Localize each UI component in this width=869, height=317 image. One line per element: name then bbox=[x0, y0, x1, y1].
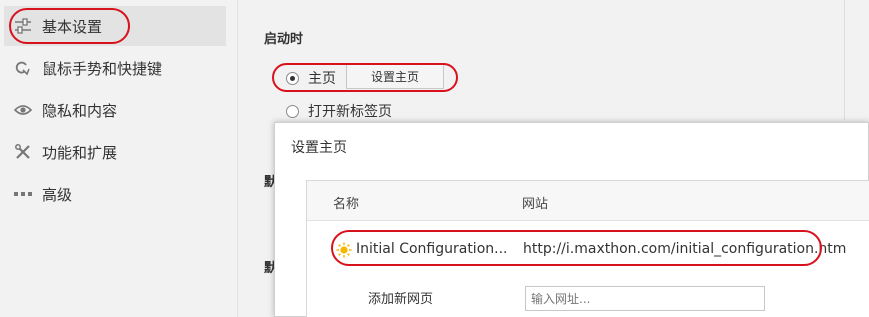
set-home-button[interactable]: 设置主页 bbox=[346, 64, 444, 89]
sidebar-item-label: 隐私和内容 bbox=[42, 101, 118, 120]
startup-option-home[interactable]: 主页 bbox=[286, 68, 336, 88]
homepage-table: 名称 网站 Initial Configuration... http://i.… bbox=[306, 180, 869, 317]
sidebar-item-label: 鼠标手势和快捷键 bbox=[42, 59, 163, 78]
sidebar-item-advanced[interactable]: 高级 bbox=[4, 174, 226, 214]
radio-home-label: 主页 bbox=[308, 71, 336, 87]
sidebar-item-features[interactable]: 功能和扩展 bbox=[4, 132, 226, 172]
set-home-dialog: 设置主页 名称 网站 Initial Configuration... http… bbox=[274, 122, 869, 317]
more-icon bbox=[12, 184, 34, 204]
radio-new-tab-label: 打开新标签页 bbox=[308, 104, 392, 120]
url-input[interactable] bbox=[525, 286, 765, 311]
radio-new-tab[interactable] bbox=[286, 104, 299, 118]
dialog-title: 设置主页 bbox=[291, 140, 347, 156]
row-site-name: Initial Configuration... bbox=[356, 241, 508, 257]
scrollbar[interactable] bbox=[844, 0, 869, 120]
sidebar-item-basic-settings[interactable]: 基本设置 bbox=[4, 6, 226, 46]
sidebar-item-label: 基本设置 bbox=[42, 17, 103, 36]
add-page-label: 添加新网页 bbox=[368, 292, 434, 307]
sidebar-item-label: 高级 bbox=[42, 185, 73, 204]
sliders-icon bbox=[12, 16, 34, 36]
row-site-url: http://i.maxthon.com/initial_configurati… bbox=[523, 241, 847, 257]
sidebar: 基本设置 鼠标手势和快捷键 隐私和内容 功能和扩展 高级 bbox=[0, 0, 238, 317]
eye-icon bbox=[12, 100, 34, 120]
radio-home[interactable] bbox=[286, 71, 299, 85]
sidebar-item-privacy[interactable]: 隐私和内容 bbox=[4, 90, 226, 130]
sidebar-item-label: 功能和扩展 bbox=[42, 143, 118, 162]
startup-option-new-tab[interactable]: 打开新标签页 bbox=[286, 101, 392, 121]
wrench-icon bbox=[12, 142, 34, 162]
column-header-url: 网站 bbox=[522, 197, 549, 212]
table-header: 名称 网站 bbox=[307, 181, 869, 221]
column-header-name: 名称 bbox=[333, 197, 360, 212]
startup-section-title: 启动时 bbox=[264, 32, 304, 47]
site-favicon-icon bbox=[336, 242, 352, 258]
sidebar-item-gestures[interactable]: 鼠标手势和快捷键 bbox=[4, 48, 226, 88]
gesture-icon bbox=[12, 58, 34, 78]
